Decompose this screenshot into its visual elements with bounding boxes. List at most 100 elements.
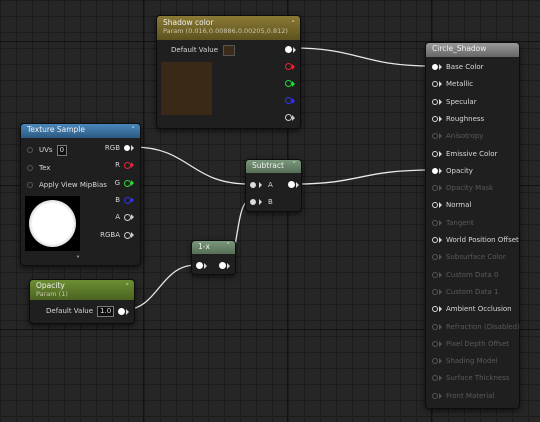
pin-arrow-icon: [439, 237, 442, 243]
pin-arrow-icon: [439, 167, 442, 174]
pin-arrow-icon: [439, 219, 442, 226]
pin-arrow-icon: [439, 323, 442, 330]
input-a[interactable]: A: [250, 178, 273, 192]
wire-subtract-to-opacity: [295, 169, 433, 185]
subtract-header[interactable]: Subtract ˅: [246, 160, 301, 173]
pin-arrow-icon: [439, 64, 442, 70]
node-title: Circle_Shadow: [432, 44, 487, 53]
output-g[interactable]: G: [115, 176, 134, 190]
material-pin-tangent: Tangent: [432, 216, 474, 230]
material-pin-emissive-color[interactable]: Emissive Color: [432, 147, 497, 161]
wire-rgb-to-subtract-a: [132, 146, 250, 185]
input-pin: [432, 167, 438, 174]
pin-arrow-icon: [439, 115, 442, 122]
node-title: Texture Sample: [27, 125, 85, 134]
pin-arrow-icon: [439, 375, 442, 382]
input-pin: [432, 98, 438, 105]
pin-label: Refraction (Disabled): [446, 322, 520, 331]
input-pin: [432, 237, 438, 243]
material-result-node[interactable]: Circle_Shadow Base Color Metallic Specular…: [425, 42, 520, 409]
pin-arrow-icon: [439, 150, 442, 157]
material-pin-world-position-offset[interactable]: World Position Offset: [432, 233, 519, 247]
collapse-chevron-icon[interactable]: ˄: [292, 20, 296, 28]
pin-arrow-icon: [439, 306, 442, 313]
collapse-chevron-icon[interactable]: ˅: [126, 283, 130, 291]
material-pin-shading-model: Shading Model: [432, 354, 498, 368]
output-pin-b[interactable]: [285, 97, 295, 104]
color-swatch[interactable]: [223, 44, 236, 56]
pin-label: Specular: [446, 97, 477, 106]
material-pin-metallic[interactable]: Metallic: [432, 77, 473, 91]
expand-chevron-icon[interactable]: ˅: [76, 255, 80, 264]
input-pin[interactable]: [196, 262, 207, 269]
input-pin: [432, 115, 438, 122]
collapse-chevron-icon[interactable]: ˅: [293, 161, 297, 169]
output-pin-r[interactable]: [285, 63, 295, 70]
shadow-color-node[interactable]: Shadow color Param (0.016,0.00886,0.0020…: [156, 15, 301, 129]
input-b[interactable]: B: [250, 195, 273, 209]
output-pin-a[interactable]: [285, 114, 295, 121]
pin-arrow-icon: [439, 133, 442, 140]
default-value-field[interactable]: 1.0: [97, 305, 115, 317]
pin-arrow-icon: [439, 202, 442, 209]
texture-sample-header[interactable]: Texture Sample ˄: [21, 124, 140, 138]
material-pin-anisotropy: Anisotropy: [432, 129, 483, 143]
opacity-param-node[interactable]: Opacity Param (1) ˅ Default Value 1.0: [29, 279, 135, 324]
input-pin: [432, 202, 438, 209]
material-pin-ambient-occlusion[interactable]: Ambient Occlusion: [432, 302, 512, 316]
material-pin-custom-data-0: Custom Data 0: [432, 268, 498, 282]
input-pin: [432, 288, 438, 295]
material-pin-front-material: Front Material: [432, 389, 494, 403]
output-b[interactable]: B: [115, 193, 134, 207]
output-pin[interactable]: [118, 308, 129, 315]
pin-label: Custom Data 1: [446, 287, 499, 296]
pin-arrow-icon: [439, 392, 442, 399]
pin-label: World Position Offset: [446, 236, 519, 244]
one-minus-node[interactable]: 1-x ˅: [191, 240, 236, 275]
input-uvs[interactable]: UVs 0: [27, 143, 68, 157]
uvs-value-field[interactable]: 0: [56, 144, 68, 156]
one-minus-header[interactable]: 1-x ˅: [192, 241, 235, 254]
subtract-node[interactable]: Subtract ˅ A B: [245, 159, 302, 212]
material-header[interactable]: Circle_Shadow: [426, 43, 519, 57]
collapse-chevron-icon[interactable]: ˅: [227, 242, 231, 250]
material-pin-refraction-disabled: Refraction (Disabled): [432, 320, 520, 334]
input-pin: [432, 254, 438, 261]
output-a[interactable]: A: [115, 210, 134, 224]
pin-label: Custom Data 0: [446, 270, 499, 279]
material-pin-base-color[interactable]: Base Color: [432, 60, 484, 74]
input-tex[interactable]: Tex: [27, 161, 50, 175]
output-pin[interactable]: [219, 262, 230, 269]
output-rgb[interactable]: RGB: [105, 141, 134, 155]
material-pin-normal[interactable]: Normal: [432, 198, 471, 212]
output-rgba[interactable]: RGBA: [100, 228, 134, 242]
pin-arrow-icon: [439, 340, 442, 347]
texture-sample-node[interactable]: Texture Sample ˄ UVs 0 Tex Apply View Mip…: [20, 123, 141, 266]
material-pin-custom-data-1: Custom Data 1: [432, 285, 498, 299]
opacity-header[interactable]: Opacity Param (1) ˅: [30, 280, 134, 300]
material-pin-pixel-depth-offset: Pixel Depth Offset: [432, 337, 509, 351]
pin-label: Surface Thickness: [446, 374, 510, 383]
node-title: 1-x: [198, 242, 210, 251]
input-apply-view-mipbias[interactable]: Apply View MipBias: [27, 178, 107, 192]
material-pin-specular[interactable]: Specular: [432, 95, 477, 109]
collapse-chevron-icon[interactable]: ˄: [132, 126, 136, 134]
default-value-row: Default Value 1.0: [46, 304, 115, 318]
pin-label: Metallic: [446, 80, 474, 89]
pin-arrow-icon: [439, 358, 442, 365]
pin-label: Base Color: [446, 63, 484, 71]
output-pin-rgba[interactable]: [285, 46, 296, 53]
shadow-color-header[interactable]: Shadow color Param (0.016,0.00886,0.0020…: [157, 16, 300, 40]
default-value-row: Default Value: [171, 43, 236, 57]
output-r[interactable]: R: [115, 158, 134, 172]
output-pin-g[interactable]: [285, 80, 295, 87]
input-pin: [432, 358, 438, 365]
output-pin[interactable]: [288, 181, 299, 188]
material-pin-roughness[interactable]: Roughness: [432, 112, 484, 126]
pin-label: Normal: [446, 201, 472, 210]
node-title: Subtract: [252, 161, 284, 170]
material-pin-opacity[interactable]: Opacity: [432, 164, 473, 178]
pin-label: Shading Model: [446, 357, 498, 366]
node-title: Shadow color: [163, 18, 214, 27]
material-pin-subsurface-color: Subsurface Color: [432, 250, 506, 264]
